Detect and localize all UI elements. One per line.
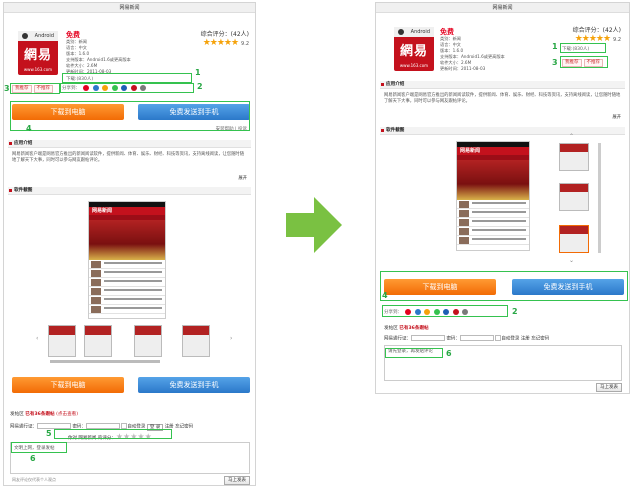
submit-comment-button[interactable]: 马上发表	[596, 383, 622, 392]
annotation-number-4: 4	[382, 291, 388, 300]
forgot-password-link[interactable]: 忘记密码	[531, 337, 549, 342]
app-logo: Android 網易 www.163.com	[394, 27, 434, 71]
comment-header: 发帖区 已有36条跟帖 (点击查看)	[10, 412, 79, 417]
app-logo-domain: www.163.com	[23, 67, 53, 72]
chevron-right-icon[interactable]: ›	[230, 335, 232, 342]
page-topbar: 网易新闻	[376, 3, 629, 13]
intro-section-title: 应用介绍	[380, 81, 625, 89]
highlight-box-4	[10, 101, 250, 131]
thumbnail[interactable]	[182, 325, 210, 357]
thumbnail[interactable]	[48, 325, 76, 357]
highlight-box-3	[560, 56, 608, 68]
intro-section-title: 应用介绍	[8, 140, 251, 148]
highlight-box-2	[382, 305, 508, 317]
screenshot-thumbnails: ‹ ›	[36, 325, 232, 359]
thumbnail[interactable]	[134, 325, 162, 357]
app-logo-domain: www.163.com	[399, 63, 429, 68]
rating-label: 综合评分：(42人)	[200, 31, 249, 38]
intro-text: 网易新闻客户端是网易官方推出的新闻阅读软件，提供新闻、体育、娱乐、财经、科技等资…	[12, 152, 245, 163]
rating-label: 综合评分：(42人)	[572, 27, 621, 34]
send-phone-button[interactable]: 免费发送到手机	[138, 377, 250, 393]
thumbnail[interactable]	[84, 325, 112, 357]
thumbnail[interactable]	[559, 225, 589, 253]
rating-score: 9.2	[241, 41, 249, 47]
annotation-number-5: 5	[46, 429, 52, 438]
app-logo: Android 網易 www.163.com	[18, 31, 58, 75]
chevron-down-icon[interactable]: ⌄	[569, 257, 574, 264]
highlight-box-2	[60, 83, 194, 93]
thumbnail[interactable]	[559, 183, 589, 211]
screenshot-section-title: 软件截图	[380, 127, 625, 135]
annotation-number-6: 6	[30, 454, 36, 463]
thumbnail[interactable]	[559, 143, 589, 171]
screenshot-title: 网易新闻	[457, 147, 529, 155]
app-header: Android 網易 www.163.com 免费 类别：新闻 语言：中文 版本…	[4, 13, 255, 81]
android-icon: Android	[18, 31, 58, 41]
submit-comment-button[interactable]: 马上发表	[224, 476, 250, 485]
annotation-number-3: 3	[4, 84, 10, 93]
highlight-box-3	[10, 83, 60, 94]
screenshot-section-title: 软件截图	[8, 187, 251, 195]
app-rating: 综合评分：(42人) ★★★★★ 9.2	[573, 25, 621, 44]
app-logo-brand: 網易	[23, 48, 52, 63]
login-row: 网易通行证： 密码： 自动登录 注册 忘记密码	[384, 335, 550, 342]
annotation-number-4: 4	[26, 124, 32, 133]
annotation-number-1: 1	[195, 68, 201, 77]
highlight-box-5	[54, 429, 172, 439]
username-input[interactable]	[411, 335, 445, 341]
highlight-box-1	[62, 73, 192, 83]
comment-footer: 网友评论仅代表个人观点	[12, 477, 56, 482]
comment-header: 发帖区 已有36条跟帖	[384, 326, 429, 331]
annotation-number-1: 1	[552, 42, 558, 51]
annotation-number-3: 3	[552, 58, 558, 67]
page-topbar: 网易新闻	[4, 3, 255, 13]
highlight-box-6	[385, 348, 443, 358]
chevron-up-icon[interactable]: ⌃	[569, 133, 574, 140]
annotation-number-2: 2	[512, 307, 518, 316]
app-info: 类别：新闻 语言：中文 版本：1.6.0 支持版本：Android1.6或更高版…	[66, 39, 131, 75]
arrow-right-icon	[286, 197, 342, 253]
comment-area: 发帖区 已有36条跟帖 网易通行证： 密码： 自动登录 注册 忘记密码 请先登录…	[384, 325, 624, 393]
intro-more-link[interactable]: 展开	[238, 175, 247, 181]
app-screenshot: 网易新闻	[88, 201, 166, 319]
highlight-box-4	[380, 271, 628, 301]
highlight-box-1	[560, 43, 606, 53]
before-page: 网易新闻 Android 網易 www.163.com 免费 类别：新闻 语言：…	[3, 2, 256, 486]
app-rating: 综合评分：(42人) ★★★★★ 9.2	[201, 29, 249, 48]
thumbnail-scrollbar[interactable]	[598, 143, 601, 253]
after-page: 网易新闻 Android 網易 www.163.com 免费 类别：新闻 语言：…	[375, 2, 630, 394]
highlight-box-6	[11, 442, 67, 453]
star-icon: ★★★★★	[202, 38, 239, 48]
intro-text: 网易新闻客户端是网易官方推出的新闻阅读软件，提供新闻、体育、娱乐、财经、科技等资…	[384, 93, 621, 104]
app-logo-brand: 網易	[399, 44, 428, 59]
android-icon: Android	[394, 27, 434, 37]
annotation-number-2: 2	[197, 82, 203, 91]
intro-more-link[interactable]: 展开	[612, 114, 621, 120]
thumbnail-scrollbar[interactable]	[50, 360, 160, 363]
password-input[interactable]	[459, 335, 494, 341]
download-buttons-bottom: 下载到电脑 免费发送到手机	[12, 377, 250, 395]
app-screenshot: 网易新闻	[456, 141, 530, 251]
screenshot-title: 网易新闻	[89, 207, 165, 215]
register-link[interactable]: 注册	[521, 337, 530, 342]
chevron-left-icon[interactable]: ‹	[36, 335, 38, 342]
rating-score: 9.2	[613, 37, 621, 43]
annotation-number-6: 6	[446, 349, 452, 358]
forgot-password-link[interactable]: 忘记密码	[175, 425, 193, 430]
app-info: 类别：新闻 语言：中文 版本：1.6.0 支持版本：Android1.6或更高版…	[440, 36, 505, 71]
download-pc-button[interactable]: 下载到电脑	[12, 377, 124, 393]
